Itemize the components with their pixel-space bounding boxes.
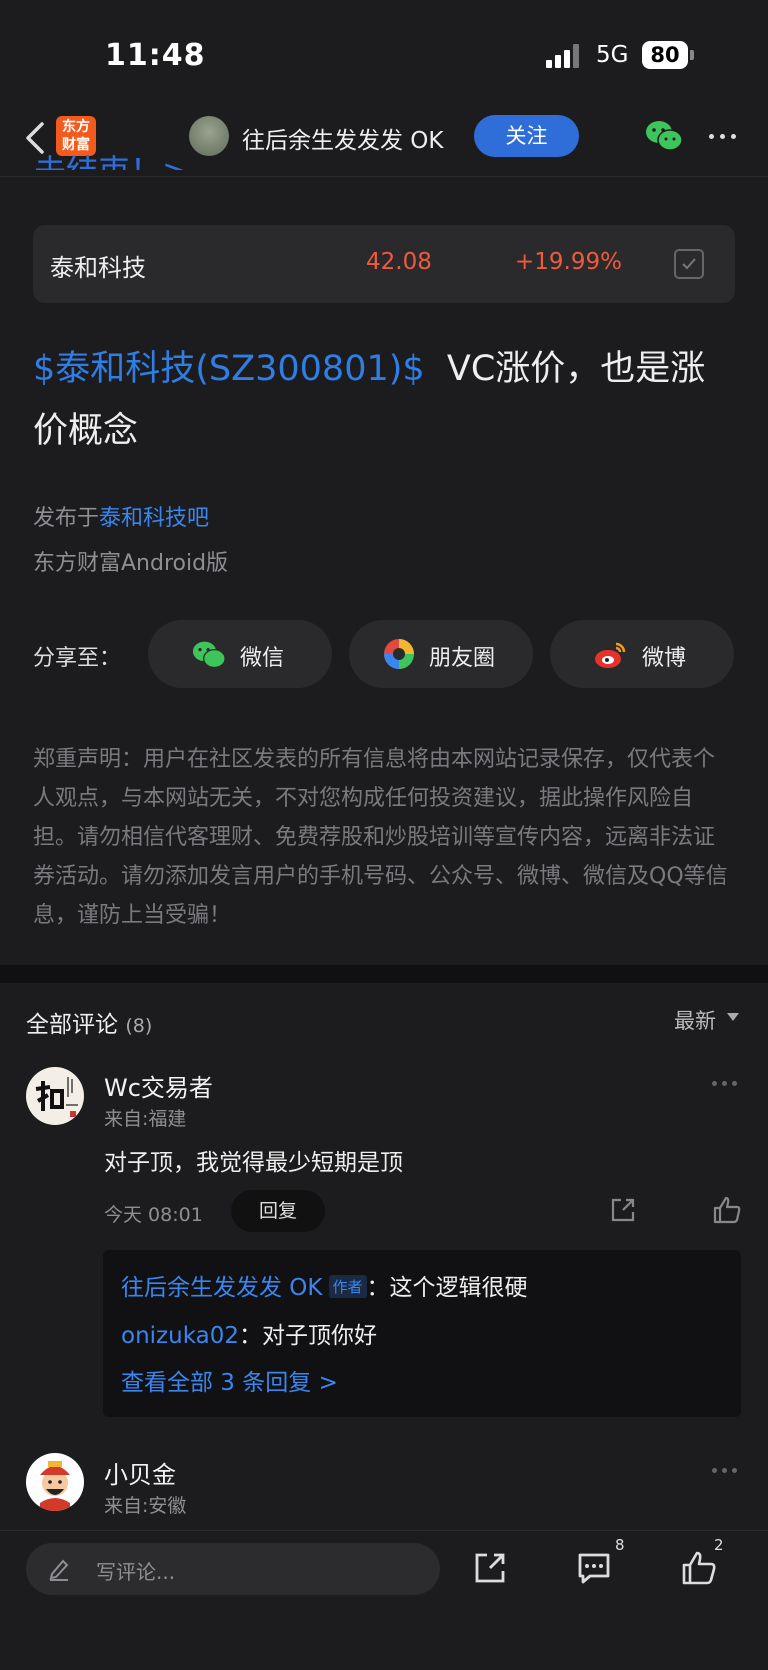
share-weibo-button[interactable]: 微博 [550,620,734,688]
signal-icon [546,44,582,68]
comments-title: 全部评论 (8) [26,1005,152,1039]
author-name[interactable]: 往后余生发发发 OK [242,121,444,155]
disclaimer-text: 郑重声明：用户在社区发表的所有信息将由本网站记录保存，仅代表个人观点，与本网站无… [33,747,728,928]
comment-location: 来自:福建 [104,1108,187,1130]
published-in: 发布于泰和科技吧 [33,500,209,532]
post-body: $泰和科技(SZ300801)$ VC涨价，也是涨价概念 [33,338,738,462]
avatar[interactable] [26,1067,84,1125]
comment-author-name[interactable]: 小贝金 [104,1455,176,1490]
cutoff-text: 未结束！> [34,148,189,170]
bar-link[interactable]: 泰和科技吧 [99,506,209,531]
comment-icon[interactable] [576,1550,612,1586]
share-moments-label: 朋友圈 [429,646,496,671]
stock-tag-link[interactable]: $泰和科技(SZ300801)$ [33,349,425,389]
battery-tip [690,50,694,60]
reply-sep: ： [238,1323,262,1349]
like-icon[interactable] [681,1550,717,1586]
like-count-badge: 2 [714,1536,724,1554]
author-avatar[interactable] [189,116,229,156]
reply-text: 对子顶你好 [261,1323,377,1349]
chevron-down-icon[interactable] [727,1013,739,1021]
section-divider [0,965,768,983]
status-time: 11:48 [105,38,206,73]
see-all-replies-link[interactable]: 查看全部 3 条回复 > [121,1363,338,1397]
comments-count: (8) [125,1015,153,1037]
wechat-icon [192,638,226,672]
comment-text: 对子顶，我觉得最少短期是顶 [104,1150,403,1176]
pencil-icon [48,1557,70,1581]
share-moments-button[interactable]: 朋友圈 [349,620,533,688]
comment-more-icon[interactable] [712,1466,742,1476]
more-options-icon[interactable] [709,126,739,146]
stock-change: +19.99% [515,249,622,275]
share-icon[interactable] [609,1196,637,1224]
reply-author[interactable]: onizuka02 [121,1323,239,1349]
reply-item[interactable]: 往后余生发发发 OK 作者 ：这个逻辑很硬 [121,1268,528,1302]
write-comment-placeholder[interactable]: 写评论... [96,1556,175,1585]
follow-button[interactable]: 关注 [474,115,579,157]
reply-sep: ： [366,1275,390,1301]
client-info: 东方财富Android版 [33,551,229,576]
author-badge: 作者 [328,1275,367,1298]
reply-item[interactable]: onizuka02：对子顶你好 [121,1316,377,1350]
write-comment-input[interactable] [26,1543,440,1595]
reply-author[interactable]: 往后余生发发发 OK [121,1275,323,1301]
add-watchlist-checkbox[interactable] [674,249,704,279]
wechat-icon[interactable] [645,120,683,152]
published-prefix: 发布于 [33,506,100,531]
share-wechat-button[interactable]: 微信 [148,620,332,688]
comment-count-badge: 8 [615,1536,625,1554]
share-icon[interactable] [472,1550,508,1586]
comment-time: 今天 08:01 [104,1204,203,1226]
share-weibo-label: 微博 [642,646,687,671]
avatar[interactable] [26,1453,84,1511]
moments-icon [383,638,417,672]
stock-price: 42.08 [366,249,432,275]
like-icon[interactable] [712,1195,742,1225]
comments-title-text: 全部评论 [26,1012,118,1038]
comment-location: 来自:安徽 [104,1495,187,1517]
weibo-icon [594,638,628,672]
comment-author-name[interactable]: Wc交易者 [104,1068,213,1103]
share-wechat-label: 微信 [240,646,285,671]
reply-button[interactable]: 回复 [231,1190,325,1232]
share-label: 分享至： [33,646,122,671]
battery-icon: 80 [642,41,688,69]
reply-text: 这个逻辑很硬 [389,1275,528,1301]
sort-dropdown[interactable]: 最新 [674,1005,716,1035]
comment-more-icon[interactable] [712,1079,742,1089]
logo-text-top: 东方 [62,119,90,135]
network-type: 5G [596,42,629,68]
stock-name[interactable]: 泰和科技 [50,248,146,283]
